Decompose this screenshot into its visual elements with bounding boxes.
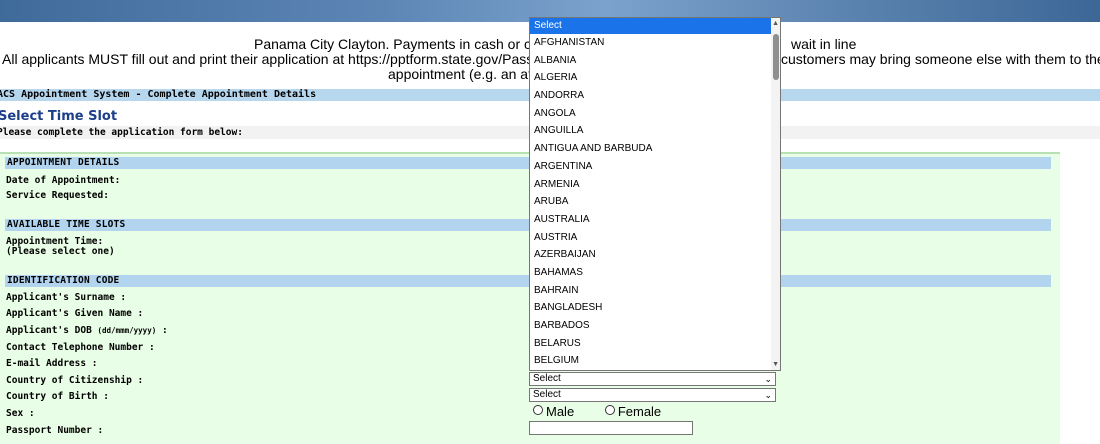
dropdown-option[interactable]: ANTIGUA AND BARBUDA bbox=[530, 140, 772, 158]
citizenship-select-value: Select bbox=[533, 373, 561, 384]
dropdown-option[interactable]: BARBADOS bbox=[530, 317, 772, 335]
sex-radio-group: Male Female bbox=[533, 404, 688, 419]
label-phone: Contact Telephone Number : bbox=[6, 342, 155, 353]
dropdown-option[interactable]: ARMENIA bbox=[530, 176, 772, 194]
dropdown-options: Select AFGHANISTAN ALBANIA ALGERIA ANDORRA A… bbox=[530, 18, 772, 370]
sex-female-option[interactable]: Female bbox=[604, 404, 662, 419]
label-dob-colon: : bbox=[161, 325, 168, 336]
dropdown-option[interactable]: BAHAMAS bbox=[530, 264, 772, 282]
notice-line-1-right: wait in line bbox=[791, 36, 857, 52]
citizenship-select[interactable]: Select ⌄ bbox=[529, 372, 776, 386]
label-dob-format: (dd/mmm/yyyy) bbox=[97, 326, 157, 335]
label-passport: Passport Number : bbox=[6, 425, 104, 436]
notice-line-1: Panama City Clayton. Payments in cash or… bbox=[254, 36, 552, 52]
sex-male-label: Male bbox=[546, 404, 575, 419]
system-bar-label: ACS Appointment System - Complete Appoin… bbox=[0, 89, 317, 100]
dropdown-scrollbar[interactable]: ▲ ▼ bbox=[771, 18, 780, 370]
scrollbar-thumb[interactable] bbox=[773, 34, 779, 80]
birth-country-select[interactable]: Select ⌄ bbox=[529, 388, 776, 402]
chevron-down-icon: ⌄ bbox=[764, 374, 772, 384]
country-dropdown-list[interactable]: Select AFGHANISTAN ALBANIA ALGERIA ANDORRA A… bbox=[529, 17, 781, 371]
radio-female[interactable] bbox=[604, 405, 615, 415]
notice-line-2: All applicants MUST fill out and print t… bbox=[2, 51, 542, 67]
dropdown-option[interactable]: AFGHANISTAN bbox=[530, 34, 772, 52]
birth-country-select-value: Select bbox=[533, 389, 561, 400]
section-title: IDENTIFICATION CODE bbox=[7, 275, 120, 286]
dropdown-option[interactable]: ANGUILLA bbox=[530, 122, 772, 140]
instructions-text: Please complete the application form bel… bbox=[0, 127, 243, 138]
label-citizenship: Country of Citizenship : bbox=[6, 375, 144, 386]
radio-male[interactable] bbox=[533, 405, 543, 415]
dropdown-option[interactable]: BELGIUM bbox=[530, 352, 772, 370]
dropdown-option[interactable]: AUSTRALIA bbox=[530, 211, 772, 229]
section-available-time-slots: AVAILABLE TIME SLOTS bbox=[5, 219, 1051, 231]
dropdown-option[interactable]: AZERBAIJAN bbox=[530, 246, 772, 264]
dropdown-option-selected[interactable]: Select bbox=[530, 18, 772, 34]
section-title: AVAILABLE TIME SLOTS bbox=[7, 219, 126, 230]
sex-female-label: Female bbox=[617, 404, 662, 419]
page-title: Select Time Slot bbox=[0, 109, 118, 124]
label-dob: Applicant's DOB (dd/mmm/yyyy) : bbox=[6, 325, 168, 336]
sex-male-option[interactable]: Male bbox=[533, 404, 574, 419]
section-title: APPOINTMENT DETAILS bbox=[7, 157, 120, 168]
dropdown-option[interactable]: BAHRAIN bbox=[530, 282, 772, 300]
section-identification-code: IDENTIFICATION CODE bbox=[5, 275, 1051, 287]
passport-number-input[interactable] bbox=[529, 421, 693, 435]
label-email: E-mail Address : bbox=[6, 358, 98, 369]
dropdown-option[interactable]: ALBANIA bbox=[530, 52, 772, 70]
dropdown-option[interactable]: ARUBA bbox=[530, 193, 772, 211]
dropdown-option[interactable]: AUSTRIA bbox=[530, 229, 772, 247]
label-date-of-appointment: Date of Appointment: bbox=[6, 175, 121, 186]
label-dob-text: Applicant's DOB bbox=[6, 325, 92, 336]
label-service-requested: Service Requested: bbox=[6, 190, 109, 201]
scroll-up-arrow-icon[interactable]: ▲ bbox=[772, 20, 779, 28]
dropdown-option[interactable]: ARGENTINA bbox=[530, 158, 772, 176]
notice-line-2-right: customers may bring someone else with th… bbox=[781, 51, 1100, 67]
label-surname: Applicant's Surname : bbox=[6, 292, 127, 303]
dropdown-option[interactable]: ANGOLA bbox=[530, 105, 772, 123]
section-appointment-details: APPOINTMENT DETAILS bbox=[5, 157, 1051, 169]
label-birth-country: Country of Birth : bbox=[6, 391, 109, 402]
label-please-select-one: (Please select one) bbox=[6, 246, 115, 257]
dropdown-option[interactable]: ANDORRA bbox=[530, 87, 772, 105]
scroll-down-arrow-icon[interactable]: ▼ bbox=[772, 361, 779, 369]
dropdown-option[interactable]: BELARUS bbox=[530, 335, 772, 353]
label-given-name: Applicant's Given Name : bbox=[6, 308, 144, 319]
label-sex: Sex : bbox=[6, 408, 35, 419]
dropdown-option[interactable]: BANGLADESH bbox=[530, 299, 772, 317]
chevron-down-icon: ⌄ bbox=[764, 390, 772, 400]
dropdown-option[interactable]: ALGERIA bbox=[530, 69, 772, 87]
